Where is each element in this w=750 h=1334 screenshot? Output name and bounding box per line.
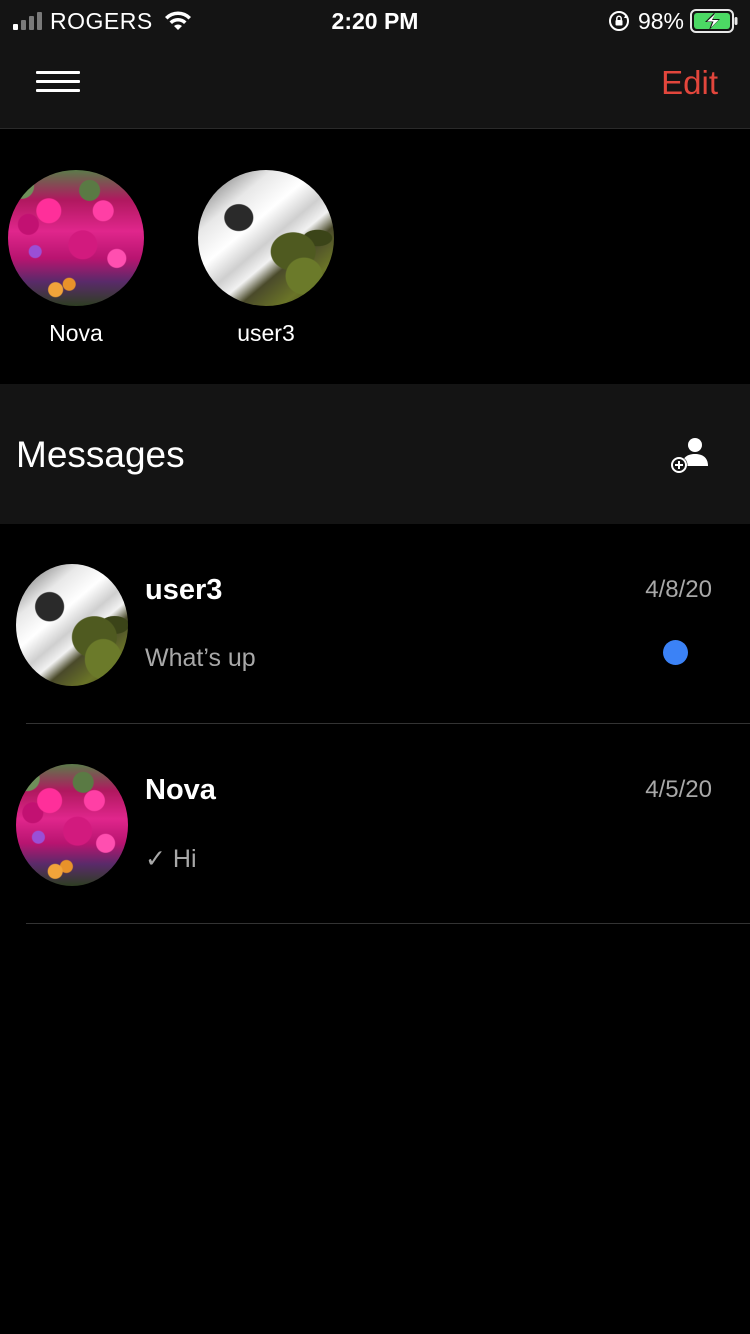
page-title: Messages [16,434,185,475]
stories-row: Nova user3 [0,130,750,384]
battery-charging-icon [690,9,738,33]
avatar [198,170,334,306]
story-nova[interactable]: Nova [6,170,146,347]
message-preview: What’s up [145,644,256,672]
story-user3[interactable]: user3 [196,170,336,347]
story-name: Nova [49,320,103,346]
battery-percent: 98% [637,7,684,34]
orientation-lock-icon [608,11,629,31]
message-preview: ✓ Hi [145,845,197,873]
unread-indicator [663,640,688,665]
conversation-list: user3 What’s up 4/8/20 Nova ✓ Hi 4/5/20 [0,524,750,924]
hamburger-menu-icon[interactable] [34,68,82,98]
status-bar: ROGERS 2:20 PM 98% [0,0,750,44]
add-contact-icon[interactable] [670,436,710,476]
avatar [16,564,128,686]
conversation-row-user3[interactable]: user3 What’s up 4/8/20 [0,524,750,724]
message-date: 4/5/20 [645,776,712,803]
conversation-name: Nova [145,774,216,806]
status-right: 98% [608,8,738,34]
conversation-name: user3 [145,574,223,606]
avatar [16,764,128,886]
messages-header: Messages [0,384,750,524]
divider [26,923,750,924]
story-name: user3 [237,320,295,346]
avatar [8,170,144,306]
edit-button[interactable]: Edit [661,64,718,102]
conversation-row-nova[interactable]: Nova ✓ Hi 4/5/20 [0,724,750,924]
message-date: 4/8/20 [645,576,712,603]
nav-bar: Edit [0,44,750,129]
